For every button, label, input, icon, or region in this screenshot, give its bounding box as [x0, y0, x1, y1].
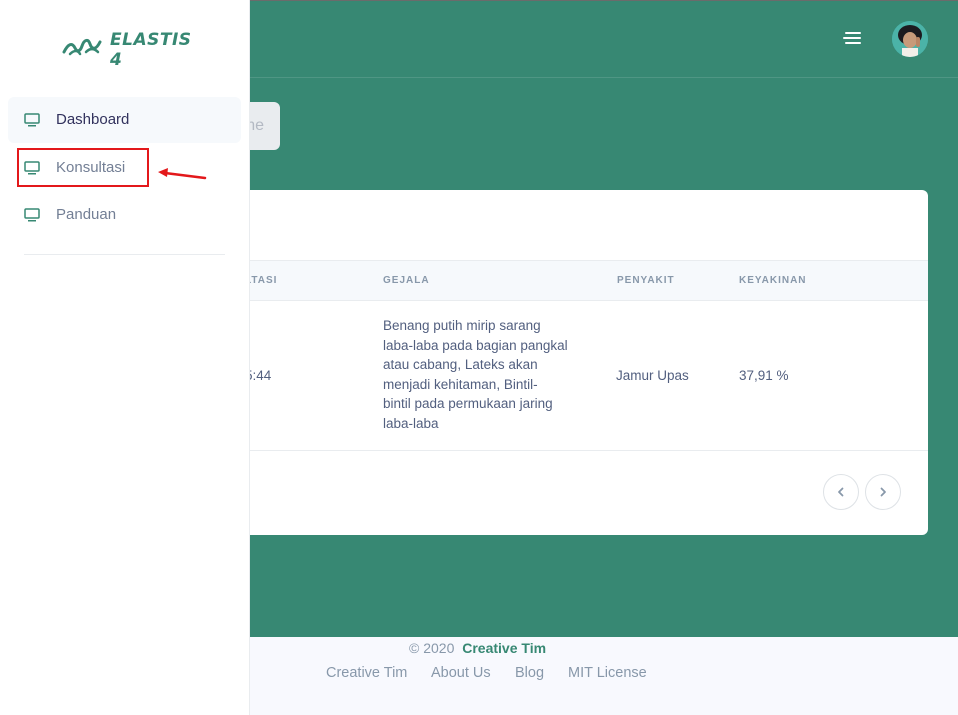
- chevron-right-icon: [880, 487, 886, 497]
- chevron-left-icon: [838, 487, 844, 497]
- cell-gejala: Benang putih mirip sarang laba-laba pada…: [383, 318, 568, 431]
- monitor-icon: [24, 208, 40, 222]
- sidebar-item-dashboard[interactable]: Dashboard: [8, 97, 241, 143]
- footer-brand-link[interactable]: Creative Tim: [462, 640, 546, 656]
- sidebar-item-label: Dashboard: [56, 111, 130, 128]
- footer-link-mit-license[interactable]: MIT License: [568, 665, 647, 681]
- monitor-icon: [24, 113, 40, 127]
- footer-link-blog[interactable]: Blog: [515, 665, 544, 681]
- sidebar-item-label: Panduan: [56, 206, 117, 223]
- consultation-card: LTASI GEJALA PENYAKIT KEYAKINAN 5:44 Ben…: [200, 190, 928, 535]
- avatar[interactable]: [892, 21, 928, 57]
- footer-link-creative-tim[interactable]: Creative Tim: [326, 665, 407, 681]
- sidebar: ELASTIS 4 Dashboard Konsultasi Panduan: [0, 0, 250, 715]
- copyright: © 2020 Creative Tim: [409, 640, 547, 656]
- sidebar-item-panduan[interactable]: Panduan: [8, 192, 241, 238]
- annotation-arrow-icon: [158, 168, 207, 180]
- footer-link-about-us[interactable]: About Us: [431, 665, 491, 681]
- column-header-penyakit: PENYAKIT: [617, 275, 675, 286]
- pagination-next-button[interactable]: [865, 474, 901, 510]
- cell-keyakinan: 37,91 %: [739, 368, 789, 383]
- table-header: LTASI GEJALA PENYAKIT KEYAKINAN: [200, 260, 928, 301]
- menu-toggle-icon[interactable]: [843, 32, 861, 46]
- topbar-divider: [250, 77, 958, 78]
- column-header-keyakinan: KEYAKINAN: [739, 275, 807, 286]
- sidebar-divider: [24, 254, 225, 255]
- wave-logo-icon: [62, 38, 102, 56]
- cell-penyakit: Jamur Upas: [616, 368, 689, 383]
- brand-name: ELASTIS 4: [110, 30, 192, 70]
- row-divider: [200, 450, 928, 451]
- brand-logo[interactable]: ELASTIS 4: [62, 28, 192, 70]
- annotation-highlight-box: [17, 148, 149, 187]
- pagination-prev-button[interactable]: [823, 474, 859, 510]
- column-header-gejala: GEJALA: [383, 275, 430, 286]
